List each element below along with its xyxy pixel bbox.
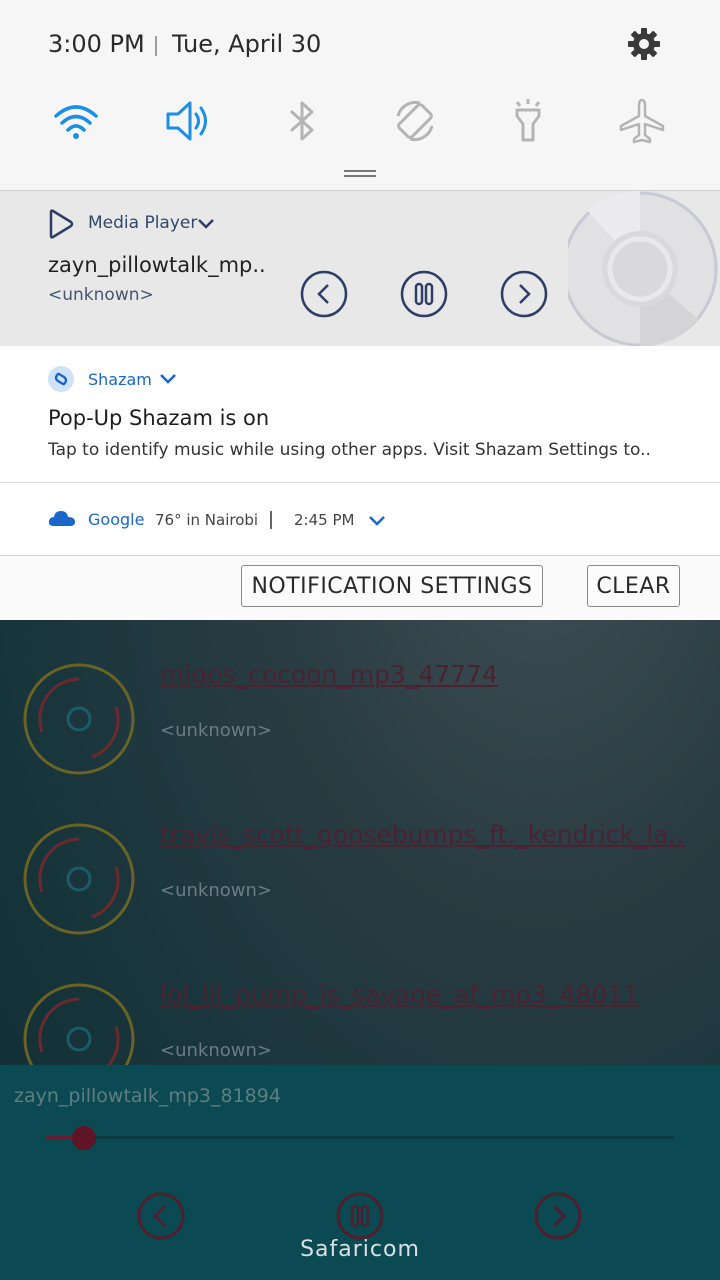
status-header: 3:00 PM Tue, April 30 <box>0 0 720 90</box>
track-title: migos_cocoon_mp3_47774 <box>160 660 498 689</box>
media-artist: <unknown> <box>48 285 154 305</box>
date[interactable]: Tue, April 30 <box>172 30 321 58</box>
track-title: lol_lil_pump_is_savage_af_mp3_48011 <box>160 980 639 1009</box>
chevron-down-icon[interactable] <box>158 370 178 388</box>
next-button[interactable] <box>534 1192 582 1240</box>
track-item[interactable]: travis_scott_goosebumps_ft._kendrick_la.… <box>0 780 720 940</box>
media-title: zayn_pillowtalk_mp.. <box>48 253 266 277</box>
now-playing-title: zayn_pillowtalk_mp3_81894 <box>14 1085 281 1107</box>
notification-time: 2:45 PM <box>294 511 355 529</box>
separator <box>270 511 272 529</box>
pause-button[interactable] <box>336 1192 384 1240</box>
flashlight-icon[interactable] <box>503 96 553 146</box>
volume-icon[interactable] <box>164 96 214 146</box>
pause-button[interactable] <box>399 269 449 319</box>
header-divider <box>155 36 157 56</box>
shazam-icon <box>48 366 74 392</box>
notification-settings-button[interactable]: NOTIFICATION SETTINGS <box>241 565 543 607</box>
chevron-down-icon[interactable] <box>367 513 387 529</box>
disc-icon <box>23 663 135 775</box>
clear-button[interactable]: CLEAR <box>587 565 680 607</box>
wifi-icon[interactable] <box>51 96 101 146</box>
expand-handle[interactable] <box>344 170 376 178</box>
notification-text: Tap to identify music while using other … <box>48 440 651 460</box>
notification-shade: 3:00 PM Tue, April 30 Media Player zayn_… <box>0 0 720 620</box>
track-artist: <unknown> <box>160 1040 272 1061</box>
cloud-icon <box>48 511 75 526</box>
now-playing-bar: zayn_pillowtalk_mp3_81894 Safaricom <box>0 1065 720 1280</box>
notification-app-name: Media Player <box>88 213 198 233</box>
seek-bar[interactable] <box>46 1136 674 1139</box>
google-notification[interactable]: Google 76° in Nairobi 2:45 PM <box>0 483 720 556</box>
clock: 3:00 PM <box>48 30 145 58</box>
disc-icon <box>23 823 135 935</box>
chevron-down-icon[interactable] <box>196 215 216 233</box>
bluetooth-icon[interactable] <box>277 96 327 146</box>
notification-app-name: Google <box>88 510 145 529</box>
weather-summary: 76° in Nairobi <box>155 511 259 529</box>
notification-title: Pop-Up Shazam is on <box>48 406 270 430</box>
album-art-disc <box>568 191 718 347</box>
previous-button[interactable] <box>299 269 349 319</box>
track-artist: <unknown> <box>160 720 272 741</box>
airplane-icon[interactable] <box>617 96 667 146</box>
shazam-notification[interactable]: Shazam Pop-Up Shazam is on Tap to identi… <box>0 346 720 483</box>
gear-icon[interactable] <box>624 24 664 64</box>
rotate-icon[interactable] <box>390 96 440 146</box>
next-button[interactable] <box>499 269 549 319</box>
notification-app-name: Shazam <box>88 370 152 389</box>
media-notification[interactable]: Media Player zayn_pillowtalk_mp.. <unkno… <box>0 190 720 347</box>
track-artist: <unknown> <box>160 880 272 901</box>
carrier-label: Safaricom <box>300 1237 420 1262</box>
track-item[interactable]: migos_cocoon_mp3_47774 <unknown> <box>0 620 720 780</box>
play-outline-icon <box>49 209 74 239</box>
track-title: travis_scott_goosebumps_ft._kendrick_la.… <box>160 820 685 849</box>
previous-button[interactable] <box>137 1192 185 1240</box>
shade-actions: NOTIFICATION SETTINGS CLEAR <box>0 556 720 620</box>
seek-handle[interactable] <box>71 1126 96 1150</box>
